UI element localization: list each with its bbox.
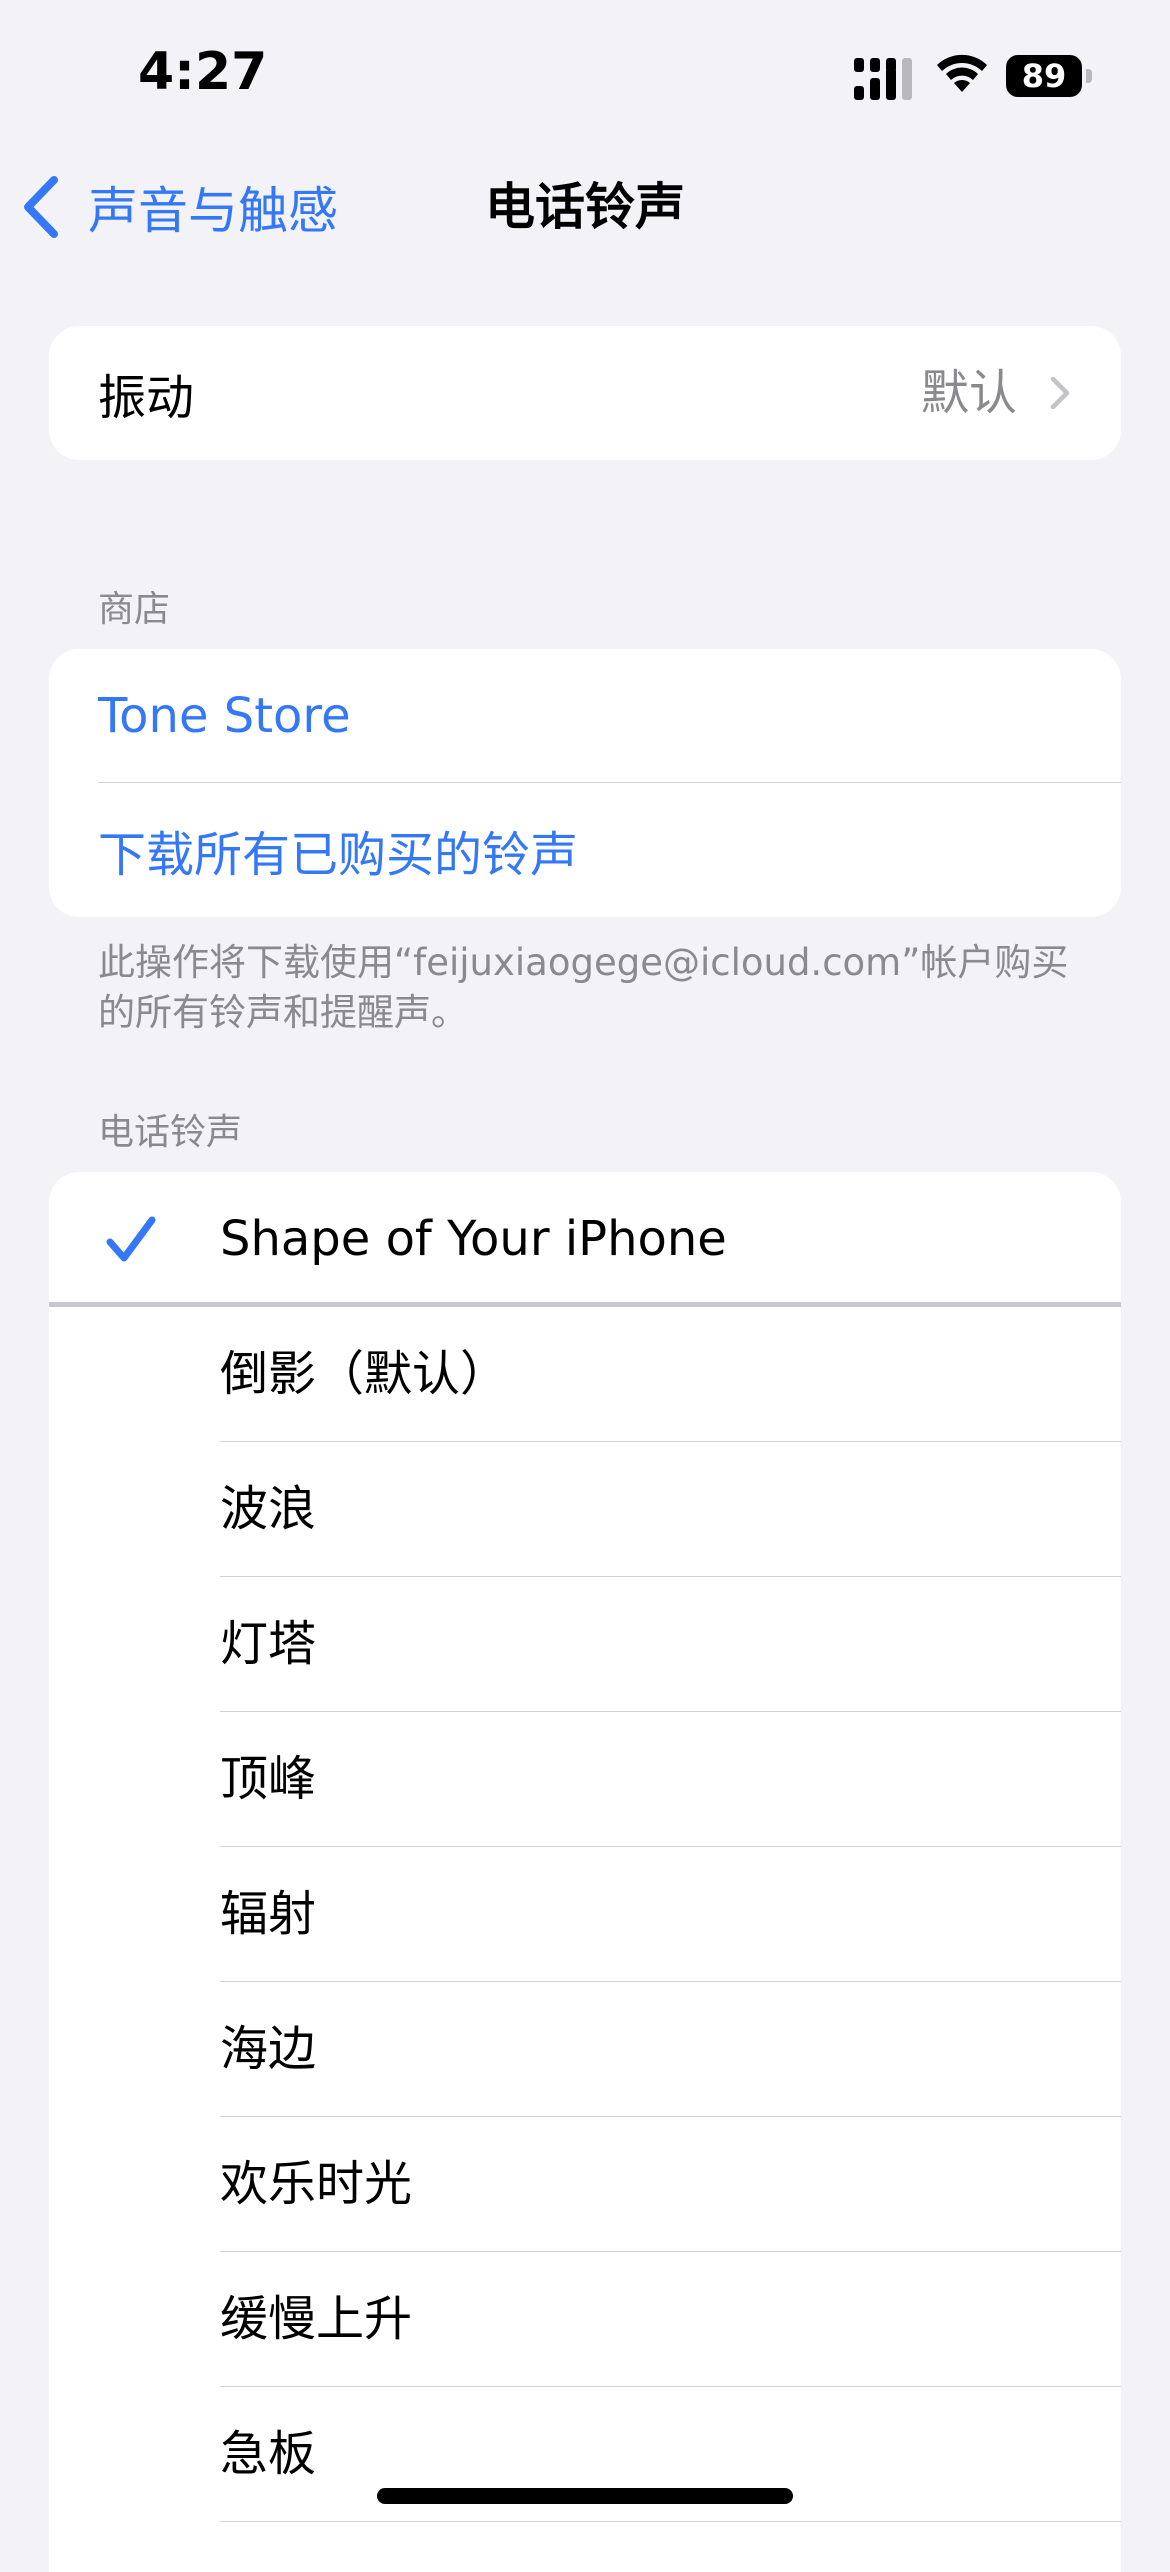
ringtone-label: 波浪 [220,1481,317,1537]
ringtone-label: 顶峰 [220,1751,317,1807]
battery-icon: 89 [1006,55,1092,97]
vibration-row[interactable]: 振动 默认 [49,326,1121,460]
ringtone-label: 缓慢上升 [220,2291,413,2347]
vibration-label: 振动 [98,370,195,426]
tone-store-link[interactable]: Tone Store [49,649,1121,783]
download-all-purchased-link[interactable]: 下载所有已购买的铃声 [49,783,1121,917]
chevron-right-icon [1050,376,1070,410]
ringtones-section-header: 电话铃声 [98,1112,243,1153]
ringtone-label: 倒影（默认） [220,1346,509,1402]
store-footer-note: 此操作将下载使用“feijuxiaogege@icloud.com”帐户购买的所… [98,941,1069,1034]
ringtone-row[interactable]: 倒影（默认） [49,1307,1121,1442]
status-time: 4:27 [138,42,268,102]
ringtone-row[interactable]: 欢乐时光 [49,2117,1121,2252]
wifi-icon [937,54,987,92]
ringtone-row[interactable]: 海边 [49,1982,1121,2117]
navigation-bar: 声音与触感 电话铃声 [0,150,1170,260]
ringtone-row[interactable]: 缓慢上升 [49,2252,1121,2387]
download-all-label: 下载所有已购买的铃声 [98,827,579,883]
tone-store-label: Tone Store [98,688,351,744]
row-separator [220,2521,1121,2522]
checkmark-icon [106,1216,156,1262]
ringtone-row[interactable]: 顶峰 [49,1712,1121,1847]
ringtone-row[interactable]: 波浪 [49,1442,1121,1577]
ringtone-row[interactable]: Shape of Your iPhone [49,1172,1121,1307]
page-title: 电话铃声 [485,178,685,236]
vibration-card: 振动 默认 [49,326,1121,460]
ringtones-card: Shape of Your iPhone 倒影（默认） 波浪 灯塔 顶峰 辐射 … [49,1172,1121,2572]
ringtone-row[interactable]: 灯塔 [49,1577,1121,1712]
ringtone-label: Shape of Your iPhone [220,1211,727,1267]
store-card: Tone Store 下载所有已购买的铃声 [49,649,1121,917]
vibration-value: 默认 [920,365,1017,421]
ringtone-label: 海边 [220,2021,317,2077]
cellular-signal-icon [854,58,912,100]
ringtone-label: 欢乐时光 [220,2156,413,2212]
ringtone-row[interactable]: 辐射 [49,1847,1121,1982]
home-indicator[interactable] [377,2488,793,2504]
battery-cap [1086,69,1092,83]
ringtone-label: 急板 [220,2426,317,2482]
status-bar: 4:27 89 [0,0,1170,150]
ringtone-label: 辐射 [220,1886,317,1942]
store-section-header: 商店 [98,589,171,630]
ringtone-label: 灯塔 [220,1616,317,1672]
battery-level: 89 [1006,55,1082,97]
